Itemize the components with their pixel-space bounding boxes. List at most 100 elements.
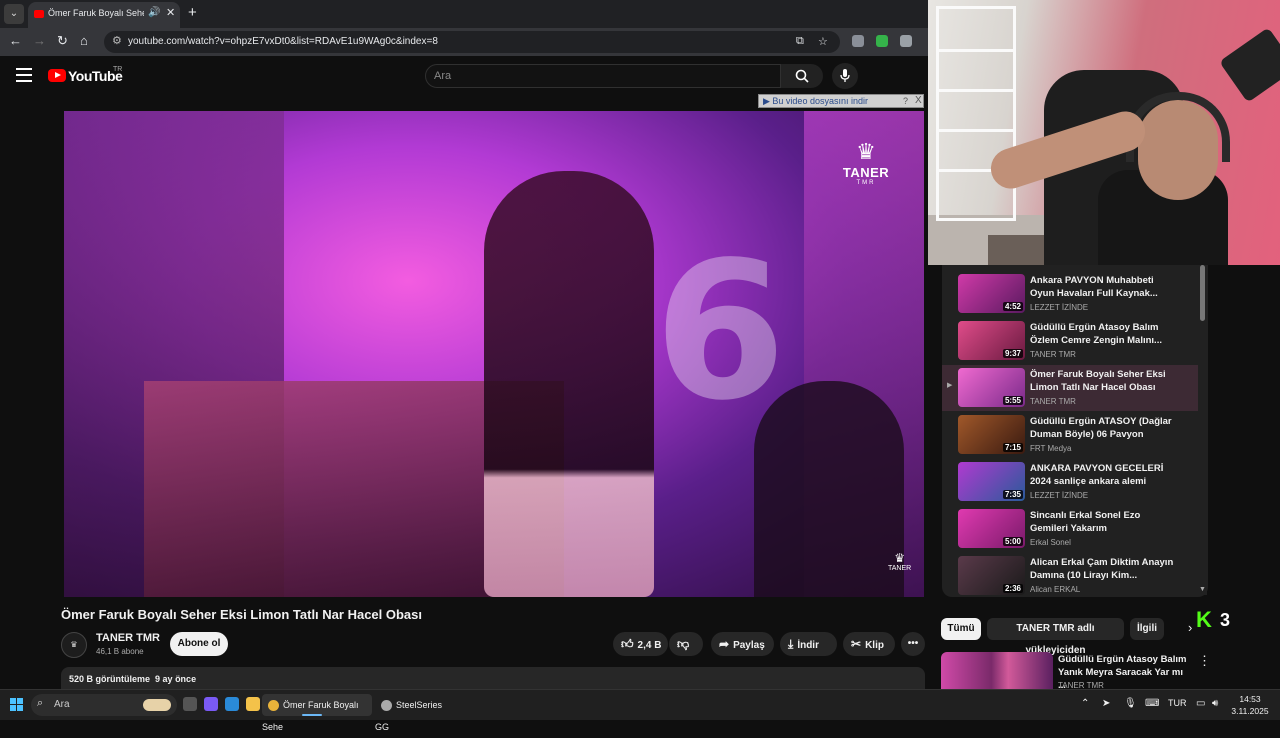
download-helper-bar[interactable]: ▶ Bu video dosyasını indir ? X (758, 94, 924, 108)
more-actions-button[interactable]: ••• (901, 632, 925, 656)
playlist-item-title[interactable]: Güdüllü Ergün Atasoy Balım Özlem Cemre Z… (1030, 321, 1180, 347)
youtube-logo-icon[interactable] (48, 69, 66, 82)
volume-icon[interactable]: 🔊︎ (1212, 698, 1218, 709)
tray-mic-icon[interactable]: 🎙︎ (1124, 698, 1137, 709)
chip-from-uploader[interactable]: TANER TMR adlı yükleyiciden (987, 618, 1124, 656)
playlist-item[interactable]: 7:15 Güdüllü Ergün ATASOY (Dağlar Duman … (942, 412, 1198, 458)
more-vertical-icon[interactable]: ⋮ (1198, 653, 1211, 669)
keyboard-icon[interactable]: ⌨ (1145, 698, 1159, 709)
cast-icon[interactable]: ⧉ (796, 35, 804, 48)
taskbar-steelseries[interactable]: SteelSeries GG (375, 694, 455, 732)
download-helper-label[interactable]: ▶ Bu video dosyasını indir (763, 96, 868, 107)
playlist-thumbnail[interactable]: 7:35 (958, 462, 1025, 501)
description-box[interactable]: 520 B görüntüleme 9 ay önce (61, 667, 925, 691)
playlist-thumbnail[interactable]: 5:55 (958, 368, 1025, 407)
system-clock[interactable]: 14:53 3.11.2025 (1226, 693, 1274, 717)
video-title: Ömer Faruk Boyalı Seher Eksi Limon Tatlı… (61, 607, 422, 622)
playlist-item-channel[interactable]: TANER TMR (1030, 397, 1076, 406)
close-tab-icon[interactable]: ✕ (166, 6, 175, 19)
recommendation-thumbnail[interactable] (941, 652, 1053, 690)
playlist-item[interactable]: 4:52 Ankara PAVYON Muhabbeti Oyun Havala… (942, 271, 1198, 317)
input-language[interactable]: TUR (1168, 698, 1187, 708)
audio-playing-icon[interactable]: 🔊 (148, 7, 160, 18)
now-playing-icon: ▶ (947, 382, 953, 389)
new-tab-button[interactable]: + (188, 4, 197, 21)
app-edge-icon[interactable] (225, 697, 239, 711)
subscribe-button[interactable]: Abone ol (170, 632, 228, 656)
voice-search-button[interactable] (832, 63, 858, 89)
home-icon[interactable]: ⌂ (80, 33, 88, 48)
playlist-item-channel[interactable]: Alican ERKAL (1030, 585, 1080, 594)
playlist-scroll-thumb[interactable] (1200, 265, 1205, 321)
reload-icon[interactable]: ↻ (57, 33, 68, 49)
playlist-scrollbar[interactable]: ▼ (1199, 265, 1207, 595)
share-button[interactable]: ➦ Paylaş (711, 632, 774, 656)
taskbar-search-text: Ara (54, 699, 70, 710)
playlist-thumbnail[interactable]: 4:52 (958, 274, 1025, 313)
playlist-item-title[interactable]: Ankara PAVYON Muhabbeti Oyun Havaları Fu… (1030, 274, 1180, 300)
playlist-item-channel[interactable]: Erkal Sonel (1030, 538, 1071, 547)
tab-search-button[interactable]: ⌄ (4, 4, 24, 24)
windows-start-icon[interactable] (10, 698, 24, 712)
playlist-thumbnail[interactable]: 9:37 (958, 321, 1025, 360)
webcam-shelf (936, 6, 1016, 221)
playlist-thumbnail[interactable]: 5:00 (958, 509, 1025, 548)
download-close-icon[interactable]: X (915, 95, 922, 106)
menu-icon[interactable] (16, 68, 32, 82)
chip-all[interactable]: Tümü (941, 618, 981, 640)
download-button[interactable]: ⤓ İndir (780, 632, 837, 656)
playlist-item[interactable]: 9:37 Güdüllü Ergün Atasoy Balım Özlem Ce… (942, 318, 1198, 364)
channel-name[interactable]: TANER TMR (96, 632, 160, 644)
address-bar[interactable]: ⚙ youtube.com/watch?v=ohpzE7vxDt0&list=R… (104, 31, 840, 53)
tray-overflow-icon[interactable]: ⌃ (1081, 698, 1089, 709)
playlist-item-title[interactable]: Sincanlı Erkal Sonel Ezo Gemileri Yakarı… (1030, 509, 1180, 535)
playlist-item[interactable]: 5:00 Sincanlı Erkal Sonel Ezo Gemileri Y… (942, 506, 1198, 552)
scroll-down-arrow-icon[interactable]: ▼ (1199, 586, 1206, 593)
channel-avatar[interactable]: ♛ (61, 632, 87, 658)
playlist-item-channel[interactable]: TANER TMR (1030, 350, 1076, 359)
site-info-icon[interactable]: ⚙ (112, 34, 122, 47)
playlist-thumbnail[interactable]: 2:36 (958, 556, 1025, 595)
bookmark-star-icon[interactable]: ☆ (818, 35, 828, 48)
playlist-item-current[interactable]: ▶ 5:55 Ömer Faruk Boyalı Seher Eksi Limo… (942, 365, 1198, 411)
playlist-item-channel[interactable]: LEZZET İZİNDE (1030, 303, 1088, 312)
playlist-item-title[interactable]: Ömer Faruk Boyalı Seher Eksi Limon Tatlı… (1030, 368, 1180, 394)
playlist-item[interactable]: 2:36 Alican Erkal Çam Diktim Anayın Damı… (942, 553, 1198, 597)
app-copilot-icon[interactable] (204, 697, 218, 711)
network-icon[interactable]: ▭ (1196, 698, 1205, 709)
extension-green-icon[interactable] (876, 35, 888, 47)
search-icon: ⌕ (37, 697, 44, 709)
playlist-thumbnail[interactable]: 7:15 (958, 415, 1025, 454)
taskbar-chrome[interactable]: Ömer Faruk Boyalı Sehe (262, 694, 372, 732)
file-explorer-icon[interactable] (246, 697, 260, 711)
chips-next-arrow-icon[interactable]: › (1188, 620, 1192, 635)
playlist-item-title[interactable]: Güdüllü Ergün ATASOY (Dağlar Duman Böyle… (1030, 415, 1180, 441)
search-button[interactable] (781, 64, 823, 88)
search-input[interactable]: Ara (425, 64, 781, 88)
dislike-button[interactable]: 👎︎ (669, 632, 703, 656)
playlist-item-title[interactable]: ANKARA PAVYON GECELERİ 2024 sanliçe anka… (1030, 462, 1180, 488)
chip-related[interactable]: İlgili (1130, 618, 1164, 640)
task-view-icon[interactable] (183, 697, 197, 711)
video-player[interactable]: 6 ♛ TANER TMR ♛ TANER (64, 111, 924, 597)
more-icon: ••• (907, 638, 919, 649)
share-icon: ➦ (719, 637, 730, 651)
like-button[interactable]: 👍︎ 2,4 B (613, 632, 668, 656)
tray-app-icon[interactable]: ➤ (1102, 698, 1110, 709)
video-frame-performer (484, 171, 654, 597)
playlist-item-channel[interactable]: LEZZET İZİNDE (1030, 491, 1088, 500)
playlist-item-channel[interactable]: FRT Medya (1030, 444, 1072, 453)
browser-tab[interactable]: Ömer Faruk Boyalı Seher Eksi 🔊 ✕ (28, 2, 180, 28)
taskbar-search[interactable]: ⌕ Ara (31, 694, 177, 716)
back-icon[interactable]: ← (9, 33, 22, 48)
playlist-item[interactable]: 7:35 ANKARA PAVYON GECELERİ 2024 sanliçe… (942, 459, 1198, 505)
clip-button[interactable]: ✂ Klip (843, 632, 895, 656)
playlist-item-title[interactable]: Alican Erkal Çam Diktim Anayın Damına (1… (1030, 556, 1180, 582)
extension-puzzle-icon[interactable] (900, 35, 912, 47)
download-help-icon[interactable]: ? (903, 96, 908, 106)
forward-icon[interactable]: → (33, 33, 46, 48)
playlist-panel: 4:52 Ankara PAVYON Muhabbeti Oyun Havala… (942, 265, 1208, 597)
windows-taskbar: ⌕ Ara Ömer Faruk Boyalı Sehe SteelSeries… (0, 689, 1280, 732)
extension-shield-icon[interactable] (852, 35, 864, 47)
country-code: TR (113, 66, 123, 73)
